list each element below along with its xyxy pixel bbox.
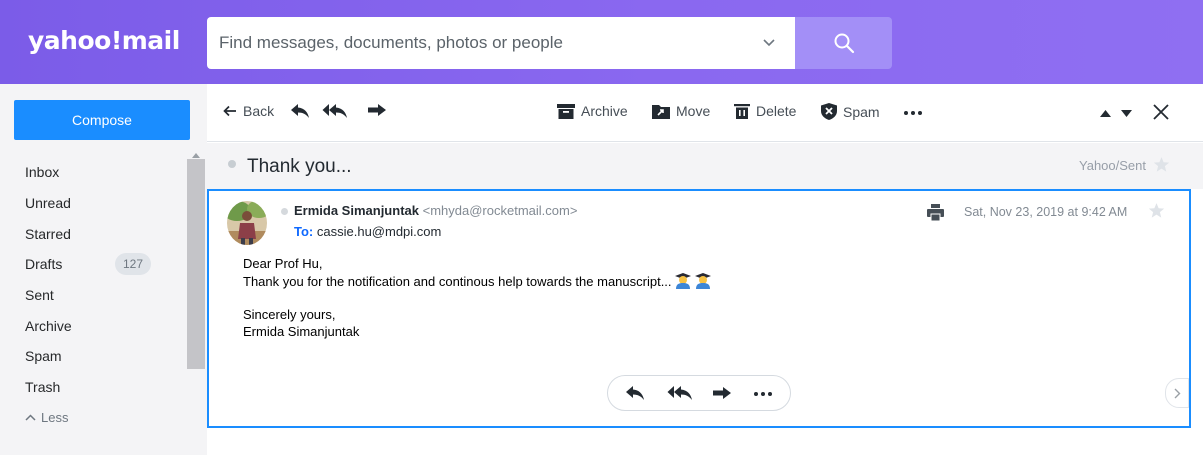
sidebar-scrollbar[interactable] (187, 159, 205, 369)
star-icon[interactable] (1153, 156, 1170, 173)
body-line: Sincerely yours, (243, 307, 336, 322)
search-box (207, 17, 795, 69)
compose-button[interactable]: Compose (14, 100, 190, 140)
folder-list: Inbox Unread Starred Drafts 127 Sent Arch… (0, 157, 187, 433)
delete-button[interactable]: Delete (734, 103, 796, 119)
forward-button[interactable] (367, 103, 393, 117)
expand-panel-button[interactable] (1165, 378, 1189, 408)
header-bar: yahoo!mail (0, 0, 1203, 84)
back-button[interactable]: Back (223, 103, 274, 119)
sidebar-item-inbox[interactable]: Inbox (0, 157, 187, 188)
sender-line: Ermida Simanjuntak <mhyda@rocketmail.com… (294, 203, 577, 218)
shield-icon (821, 103, 837, 120)
reply-icon (291, 104, 309, 118)
sidebar-item-trash[interactable]: Trash (0, 372, 187, 403)
move-label: Move (676, 103, 711, 119)
body-line: Thank you for the notification and conti… (243, 274, 672, 289)
sidebar-item-label: Sent (25, 287, 54, 304)
search-button[interactable] (795, 17, 892, 69)
previous-message-button[interactable] (1100, 110, 1117, 117)
recipient-line: To: cassie.hu@mdpi.com (294, 224, 441, 239)
reply-icon[interactable] (625, 385, 645, 401)
move-icon (652, 104, 670, 119)
search-input[interactable] (219, 17, 739, 69)
body-line: Dear Prof Hu, (243, 256, 323, 271)
more-dots-icon[interactable] (753, 391, 773, 397)
sidebar-item-unread[interactable]: Unread (0, 188, 187, 219)
reply-all-icon[interactable] (667, 385, 693, 401)
sidebar: Compose Inbox Unread Starred Drafts 127 S… (0, 84, 207, 455)
body-line (243, 289, 712, 306)
caret-up-icon (1100, 110, 1111, 117)
message-toolbar: Back Archive Move Delete Spam (207, 84, 1203, 142)
yahoo-mail-logo[interactable]: yahoo!mail (28, 26, 180, 55)
sidebar-item-label: Unread (25, 195, 71, 212)
drafts-count-badge: 127 (115, 253, 151, 276)
sender-avatar-image (227, 201, 267, 245)
quick-actions-pill (607, 375, 791, 411)
archive-icon (557, 103, 575, 119)
spam-label: Spam (843, 103, 880, 120)
thread-subject: Thank you... (247, 156, 352, 177)
next-message-button[interactable] (1121, 110, 1138, 117)
more-dots-icon (904, 111, 922, 115)
print-icon[interactable] (927, 204, 944, 221)
chevron-right-icon (1174, 388, 1180, 398)
archive-button[interactable]: Archive (557, 103, 628, 119)
sender-email[interactable]: <mhyda@rocketmail.com> (423, 203, 578, 218)
reply-all-button[interactable] (322, 103, 354, 119)
reply-button[interactable] (290, 103, 316, 119)
body-line-with-emoji: Thank you for the notification and conti… (243, 272, 712, 289)
sidebar-item-label: Inbox (25, 164, 60, 181)
forward-icon[interactable] (712, 386, 732, 400)
message-date: Sat, Nov 23, 2019 at 9:42 AM (964, 205, 1128, 219)
sidebar-item-archive[interactable]: Archive (0, 310, 187, 341)
back-label: Back (243, 103, 275, 119)
delete-label: Delete (756, 103, 797, 119)
spam-button[interactable]: Spam (821, 103, 880, 120)
star-icon[interactable] (1148, 202, 1165, 219)
message-card: Ermida Simanjuntak <mhyda@rocketmail.com… (207, 189, 1191, 428)
chevron-up-icon (25, 414, 36, 421)
message-body: Dear Prof Hu, Thank you for the notifica… (243, 255, 712, 340)
reply-all-icon (322, 104, 347, 118)
thread-subject-bar: Thank you... Yahoo/Sent (207, 143, 1203, 189)
forward-icon (368, 104, 386, 116)
sidebar-item-spam[interactable]: Spam (0, 341, 187, 372)
sender-name[interactable]: Ermida Simanjuntak (294, 203, 419, 218)
folder-label: Yahoo/Sent (1079, 158, 1146, 173)
close-button[interactable] (1153, 104, 1175, 120)
sidebar-item-starred[interactable]: Starred (0, 218, 187, 249)
sidebar-item-sent[interactable]: Sent (0, 280, 187, 311)
archive-label: Archive (581, 103, 628, 119)
arrow-left-icon (223, 105, 236, 117)
avatar[interactable] (227, 201, 267, 245)
sidebar-item-label: Starred (25, 225, 71, 242)
less-label: Less (41, 410, 69, 426)
sidebar-item-label: Archive (25, 317, 72, 334)
body-line: Ermida Simanjuntak (243, 324, 360, 339)
chevron-down-icon[interactable] (761, 34, 777, 50)
less-toggle[interactable]: Less (0, 403, 187, 434)
more-actions-button[interactable] (903, 110, 929, 116)
caret-down-icon (1121, 110, 1132, 117)
sidebar-item-label: Drafts (25, 256, 63, 273)
student-emoji-icon (694, 273, 711, 289)
student-emoji-icon (674, 273, 691, 289)
move-button[interactable]: Move (652, 103, 710, 119)
trash-icon (734, 104, 750, 119)
unread-dot[interactable] (281, 208, 288, 215)
scroll-up-icon[interactable] (192, 153, 200, 158)
to-label: To: (294, 224, 314, 239)
sidebar-item-label: Trash (25, 379, 61, 396)
recipient-address[interactable]: cassie.hu@mdpi.com (317, 224, 441, 239)
sidebar-item-label: Spam (25, 348, 62, 365)
search-icon (834, 33, 854, 54)
read-indicator-dot[interactable] (228, 160, 236, 168)
close-icon (1153, 104, 1169, 120)
sidebar-item-drafts[interactable]: Drafts 127 (0, 249, 187, 280)
